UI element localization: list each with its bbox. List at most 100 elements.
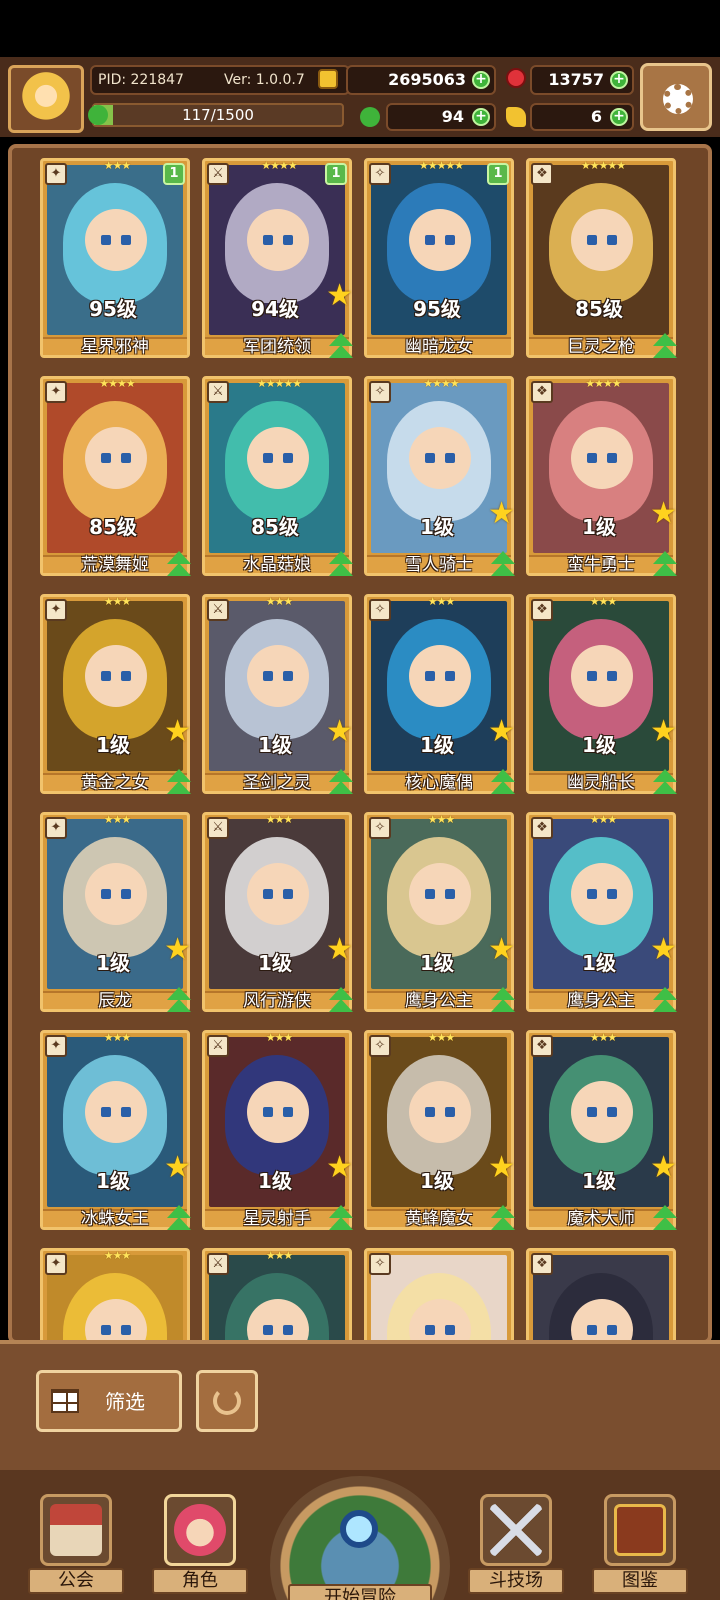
player-avatar[interactable]	[8, 65, 84, 133]
level-up-arrow-icon[interactable]	[327, 1205, 355, 1233]
star-up-icon[interactable]: ★	[326, 717, 353, 747]
star-up-icon[interactable]: ★	[326, 1153, 353, 1183]
add-key-button[interactable]: +	[610, 108, 628, 126]
hero-eye	[607, 235, 617, 245]
level-up-arrow-icon[interactable]	[327, 769, 355, 797]
hero-card[interactable]: ✧ ★★★ 1级 黄蜂魔女 ★	[364, 1030, 517, 1233]
level-up-arrow-icon[interactable]	[165, 769, 193, 797]
level-up-arrow-icon[interactable]	[651, 551, 679, 579]
hero-star-rating: ★★★	[103, 1249, 132, 1262]
star-up-icon[interactable]: ★	[164, 935, 191, 965]
hero-card[interactable]: ❖	[526, 1248, 676, 1340]
hero-eye	[587, 671, 597, 681]
hero-card[interactable]: ⚔ ★★★ 1级 圣剑之灵 ★	[202, 594, 355, 797]
hero-face	[571, 427, 633, 489]
hero-class-icon: ⚔	[207, 599, 229, 621]
hero-face	[247, 1081, 309, 1143]
star-up-icon[interactable]: ★	[164, 1153, 191, 1183]
level-up-arrow-icon[interactable]	[327, 551, 355, 579]
level-up-arrow-icon[interactable]	[489, 1205, 517, 1233]
star-up-icon[interactable]: ★	[326, 281, 353, 311]
hero-card[interactable]: ✧ ★★★ 1级 核心魔偶 ★	[364, 594, 517, 797]
settings-button[interactable]	[640, 63, 712, 131]
hero-card[interactable]: ✦ ★★★ 1级 黄金之女 ★	[40, 594, 193, 797]
hero-eye	[425, 1325, 435, 1335]
hero-card[interactable]: ❖ ★★★ 1级 鹰身公主 ★	[526, 812, 679, 1015]
hero-star-rating: ★★★★	[261, 159, 297, 172]
hero-card[interactable]: ❖ ★★★★★ 85级 巨灵之枪	[526, 158, 679, 361]
hero-card[interactable]: ✧ ★★★★★ 1 95级 幽暗龙女	[364, 158, 514, 358]
hero-card[interactable]: ✧	[364, 1248, 514, 1340]
hero-eye	[445, 235, 455, 245]
star-up-icon[interactable]: ★	[488, 499, 515, 529]
level-up-arrow-icon[interactable]	[651, 987, 679, 1015]
hero-eye	[101, 1325, 111, 1335]
star-up-icon[interactable]: ★	[326, 935, 353, 965]
hero-card[interactable]: ❖ ★★★★ 1级 蛮牛勇士 ★	[526, 376, 679, 579]
level-up-arrow-icon[interactable]	[165, 987, 193, 1015]
reset-filter-button[interactable]	[196, 1370, 258, 1432]
nav-characters[interactable]: 角色	[152, 1484, 248, 1594]
add-gold-button[interactable]: +	[472, 71, 490, 89]
hero-card[interactable]: ✦ ★★★ 1 95级 星界邪神	[40, 158, 190, 358]
nav-codex[interactable]: 图鉴	[592, 1484, 688, 1594]
level-up-arrow-icon[interactable]	[651, 333, 679, 361]
hero-card[interactable]: ⚔ ★★★ 1级 风行游侠 ★	[202, 812, 355, 1015]
add-gem-button[interactable]: +	[610, 71, 628, 89]
hero-card[interactable]: ✦ ★★★ 1级 冰蛛女王 ★	[40, 1030, 193, 1233]
hero-level: 1级	[96, 733, 130, 757]
start-adventure-button[interactable]: 开始冒险	[270, 1476, 450, 1600]
hero-face	[85, 863, 147, 925]
hero-face	[85, 1081, 147, 1143]
hero-card[interactable]: ⚔ ★★★★★ 85级 水晶菇娘	[202, 376, 355, 579]
nav-codex-label: 图鉴	[592, 1568, 688, 1594]
hero-card[interactable]: ✧ ★★★★ 1级 雪人骑士 ★	[364, 376, 517, 579]
hero-grid[interactable]: ✦ ★★★ 1 95级 星界邪神 ⚔ ★★★★ 1 94级 军团统领 ★ ✧ ★★★★★ 1 95级 幽暗龙女…	[26, 158, 698, 1340]
pid-label: PID: 221847	[98, 72, 184, 88]
hero-eye	[425, 453, 435, 463]
add-clover-button[interactable]: +	[472, 108, 490, 126]
star-up-icon[interactable]: ★	[488, 717, 515, 747]
level-up-arrow-icon[interactable]	[165, 1205, 193, 1233]
hero-card[interactable]: ❖ ★★★ 1级 魔术大师 ★	[526, 1030, 679, 1233]
hero-card[interactable]: ⚔ ★★★ 1级 星灵射手 ★	[202, 1030, 355, 1233]
star-up-icon[interactable]: ★	[650, 1153, 677, 1183]
hero-eye	[607, 453, 617, 463]
level-up-arrow-icon[interactable]	[327, 333, 355, 361]
hero-eye	[263, 1107, 273, 1117]
filter-button-label: 筛选	[105, 1390, 145, 1414]
star-up-icon[interactable]: ★	[650, 935, 677, 965]
hero-star-rating: ★★★	[589, 595, 618, 608]
star-up-icon[interactable]: ★	[164, 717, 191, 747]
key-icon	[506, 107, 526, 127]
nav-arena[interactable]: 斗技场	[468, 1484, 564, 1594]
hero-eye	[283, 453, 293, 463]
hero-card[interactable]: ✧ ★★★ 1级 鹰身公主 ★	[364, 812, 517, 1015]
hero-eye	[283, 1107, 293, 1117]
hero-card[interactable]: ✦ ★★★★ 85级 荒漠舞姬	[40, 376, 193, 579]
star-up-icon[interactable]: ★	[650, 499, 677, 529]
level-up-arrow-icon[interactable]	[165, 551, 193, 579]
hero-card[interactable]: ✦ ★★★	[40, 1248, 190, 1340]
hero-list-panel[interactable]: ✦ ★★★ 1 95级 星界邪神 ⚔ ★★★★ 1 94级 军团统领 ★ ✧ ★★★★★ 1 95级 幽暗龙女…	[8, 144, 712, 1344]
nav-characters-label: 角色	[152, 1568, 248, 1594]
filter-button[interactable]: 筛选	[36, 1370, 182, 1432]
level-up-arrow-icon[interactable]	[489, 769, 517, 797]
level-up-arrow-icon[interactable]	[651, 769, 679, 797]
level-up-arrow-icon[interactable]	[651, 1205, 679, 1233]
hero-class-icon: ❖	[531, 599, 553, 621]
level-up-arrow-icon[interactable]	[489, 987, 517, 1015]
hero-class-icon: ✧	[369, 1035, 391, 1057]
star-up-icon[interactable]: ★	[488, 1153, 515, 1183]
hero-card[interactable]: ❖ ★★★ 1级 幽灵船长 ★	[526, 594, 679, 797]
star-up-icon[interactable]: ★	[650, 717, 677, 747]
gem-panel: 13757 +	[530, 65, 634, 95]
level-up-arrow-icon[interactable]	[327, 987, 355, 1015]
level-up-arrow-icon[interactable]	[489, 551, 517, 579]
hero-star-rating: ★★★★	[423, 377, 459, 390]
star-up-icon[interactable]: ★	[488, 935, 515, 965]
hero-card[interactable]: ⚔ ★★★	[202, 1248, 352, 1340]
nav-guild[interactable]: 公会	[28, 1484, 124, 1594]
hero-card[interactable]: ⚔ ★★★★ 1 94级 军团统领 ★	[202, 158, 355, 361]
hero-card[interactable]: ✦ ★★★ 1级 辰龙 ★	[40, 812, 193, 1015]
